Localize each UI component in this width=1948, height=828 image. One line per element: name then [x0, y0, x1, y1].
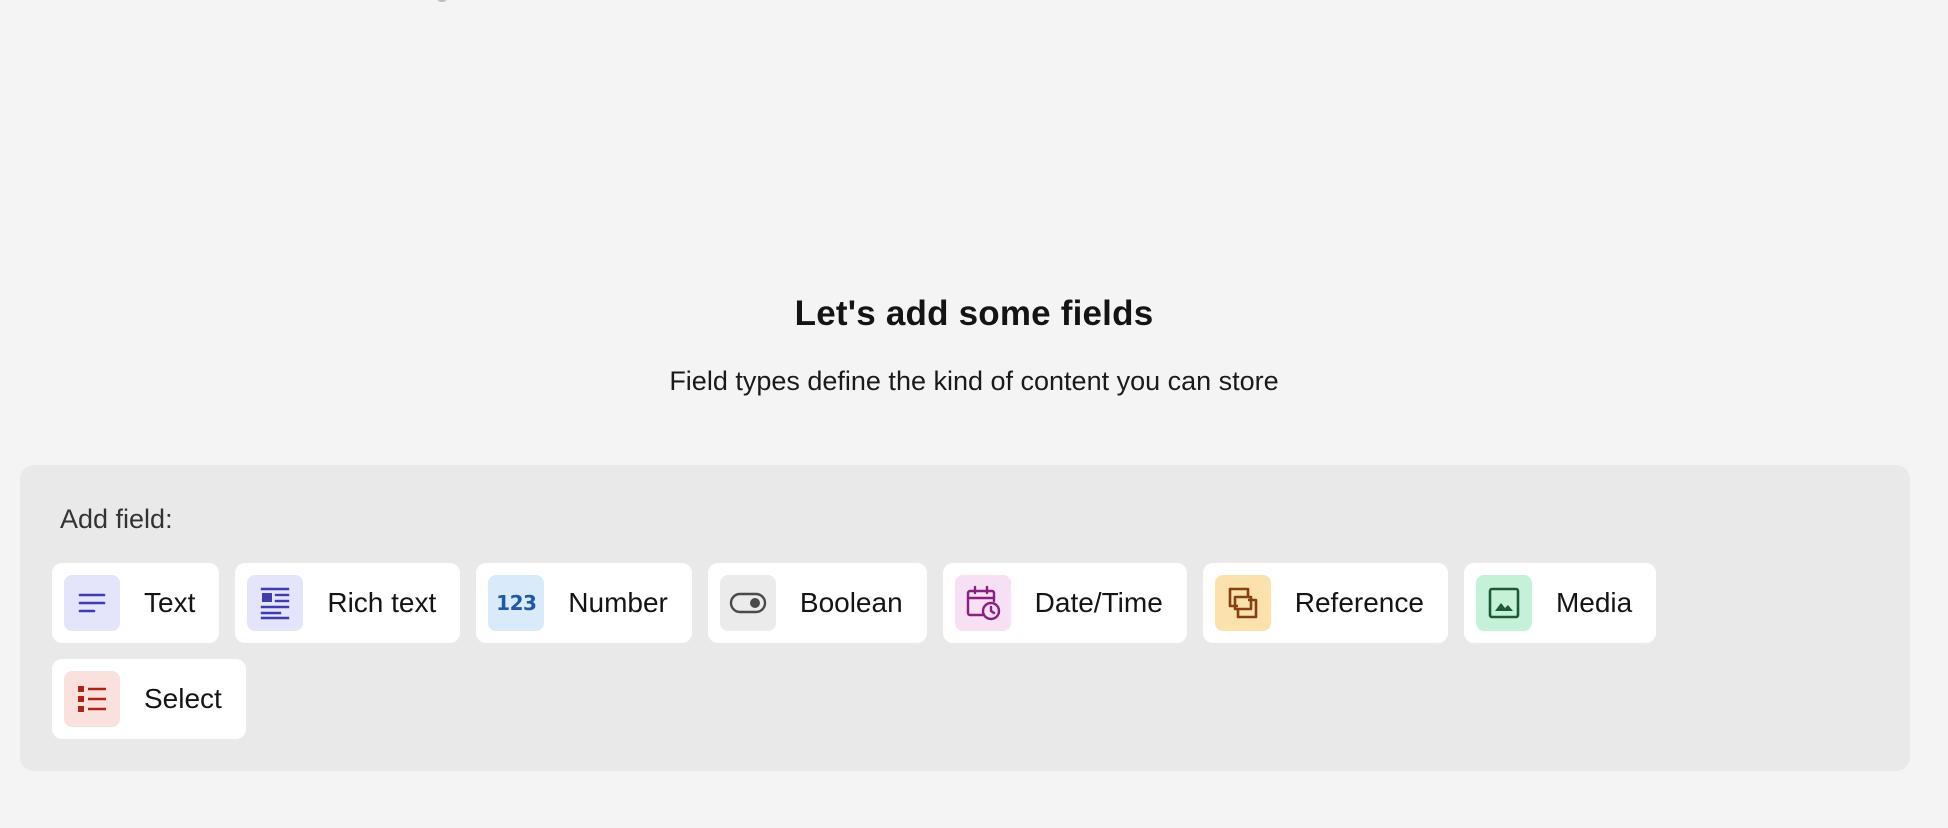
field-type-label: Media	[1555, 587, 1633, 618]
calendar-clock-icon	[954, 575, 1011, 631]
empty-state-subtitle: Field types define the kind of content y…	[669, 366, 1279, 396]
text-lines-icon	[64, 575, 120, 631]
cut-off-glyph	[436, 0, 448, 2]
list-select-icon	[64, 671, 120, 727]
image-icon	[1475, 575, 1532, 631]
add-number-field-button[interactable]: 123 Number	[476, 563, 692, 643]
add-field-panel: Add field: Text Rich text 123 Number Boo…	[20, 465, 1910, 771]
toggle-icon	[719, 575, 776, 631]
number-icon-glyph: 123	[496, 591, 537, 615]
empty-state-title: Let's add some fields	[794, 294, 1154, 333]
field-type-label: Boolean	[799, 587, 903, 618]
content-type-editor: Let's add some fields Field types define…	[0, 0, 1948, 828]
add-field-label: Add field:	[60, 504, 173, 534]
reference-link-icon	[1214, 575, 1271, 631]
add-select-field-button[interactable]: Select	[52, 659, 246, 739]
add-reference-field-button[interactable]: Reference	[1202, 563, 1448, 643]
add-date-time-field-button[interactable]: Date/Time	[942, 563, 1187, 643]
add-rich-text-field-button[interactable]: Rich text	[235, 563, 461, 643]
rich-text-icon	[247, 575, 304, 631]
add-text-field-button[interactable]: Text	[52, 563, 220, 643]
add-media-field-button[interactable]: Media	[1463, 563, 1657, 643]
field-type-label: Rich text	[327, 587, 437, 618]
field-type-label: Select	[144, 683, 222, 714]
field-type-label: Number	[568, 587, 668, 618]
number-123-icon: 123	[488, 575, 545, 631]
field-type-label: Text	[144, 587, 196, 618]
field-type-row: Text Rich text 123 Number Boolean Date/T…	[52, 563, 1657, 643]
field-type-label: Reference	[1294, 587, 1424, 618]
field-type-label: Date/Time	[1034, 587, 1163, 618]
field-type-row: Select	[52, 659, 246, 739]
cut-off-header-text	[376, 0, 456, 2]
add-boolean-field-button[interactable]: Boolean	[707, 563, 927, 643]
